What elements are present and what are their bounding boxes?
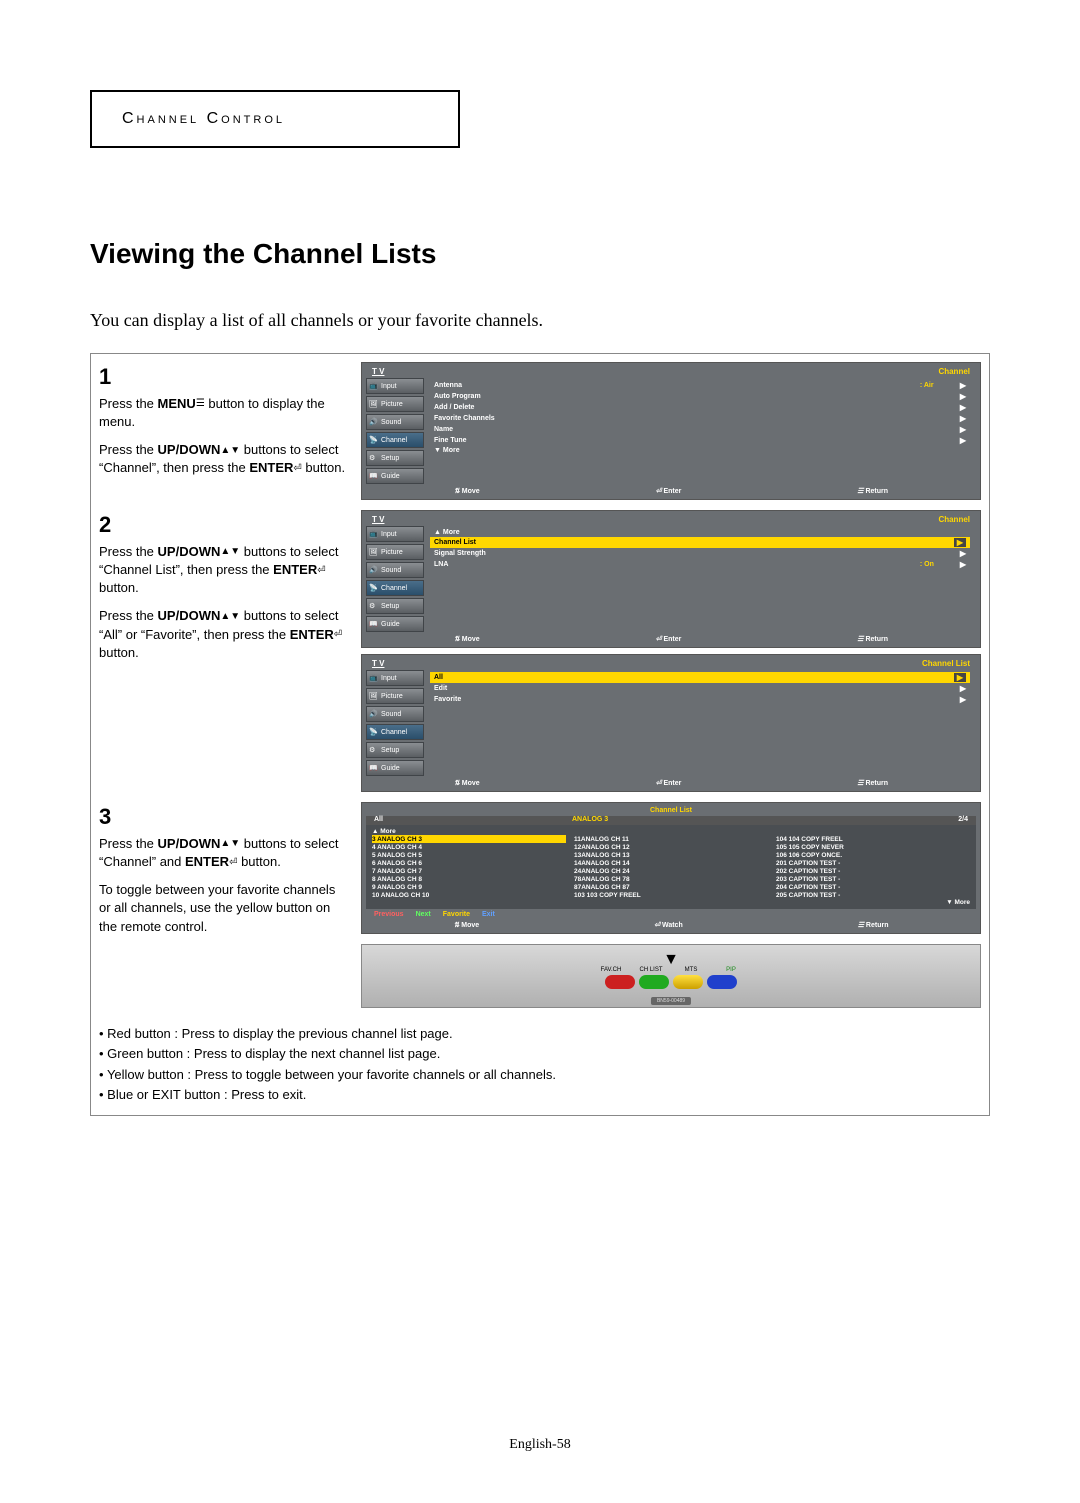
enter-icon: ⏎ [317,564,325,578]
updown-icon: ▲▼ [220,444,240,458]
row-edit: Edit▶ [430,683,970,694]
bullet-notes: Red button : Press to display the previo… [99,1026,981,1103]
tv-menu-channel: T VChannel 📺Input 🖼Picture 🔊Sound 📡Chann… [361,362,981,500]
steps-container: 1 Press the MENU ☰ button to display the… [90,353,990,1116]
step-3-p1: Press the UP/DOWN ▲▼ buttons to select “… [99,835,349,871]
channel-list-title: Channel List [366,807,976,816]
row-all: All▶ [430,672,970,683]
tv-footer: Move Enter Return [366,484,976,495]
tv-menu-channel-more: T VChannel 📺Input 🖼Picture 🔊Sound 📡Chann… [361,510,981,648]
remote-yellow-button [673,975,703,989]
channel-list-screen: Channel List All ANALOG 3 2/4 ▲ More 3 A… [361,802,981,934]
row-channel-list: Channel List▶ [430,537,970,548]
sidebar-picture: 🖼Picture [366,396,424,412]
row-finetune: Fine Tune▶ [430,435,970,446]
step-1-p2: Press the UP/DOWN ▲▼ buttons to select “… [99,441,349,477]
bullet-green: Green button : Press to display the next… [99,1046,981,1062]
page-number: English-58 [0,1437,1080,1453]
step-2-p2: Press the UP/DOWN ▲▼ buttons to select “… [99,607,349,662]
chapter-title: Channel Control [122,110,285,127]
step-number: 2 [99,510,349,541]
row-favorite: Favorite▶ [430,694,970,705]
menu-icon: ☰ [196,397,205,411]
sidebar-sound: 🔊Sound [366,414,424,430]
remote-green-button [639,975,669,989]
updown-icon: ▲▼ [220,610,240,624]
input-icon: 📺 [369,382,379,390]
sidebar-input: 📺Input [366,378,424,394]
step-1-p1: Press the MENU ☰ button to display the m… [99,395,349,431]
picture-icon: 🖼 [369,400,379,408]
tv-menu-channel-list: T VChannel List 📺Input 🖼Picture 🔊Sound 📡… [361,654,981,792]
step-3-graphics: Channel List All ANALOG 3 2/4 ▲ More 3 A… [361,802,981,1008]
step-2-graphics: T VChannel 📺Input 🖼Picture 🔊Sound 📡Chann… [361,510,981,792]
bullet-yellow: Yellow button : Press to toggle between … [99,1067,981,1083]
sound-icon: 🔊 [369,418,379,426]
row-autoprogram: Auto Program▶ [430,391,970,402]
updown-icon: ▲▼ [220,837,240,851]
step-3: 3 Press the UP/DOWN ▲▼ buttons to select… [99,802,981,1008]
enter-icon [656,487,662,495]
sidebar-guide: 📖Guide [366,468,424,484]
step-3-text: 3 Press the UP/DOWN ▲▼ buttons to select… [99,802,349,1008]
enter-icon: ⏎ [334,628,342,642]
tv-sidebar: 📺Input 🖼Picture 🔊Sound 📡Channel ⚙Setup 📖… [366,378,424,484]
move-icon [454,487,460,495]
step-number: 1 [99,362,349,393]
setup-icon: ⚙ [369,454,379,462]
channel-icon: 📡 [369,436,379,444]
sidebar-setup: ⚙Setup [366,450,424,466]
enter-icon: ⏎ [293,462,301,476]
remote-blue-button [707,975,737,989]
remote-red-button [605,975,635,989]
updown-icon: ▲▼ [220,545,240,559]
sidebar-channel: 📡Channel [366,432,424,448]
bullet-red: Red button : Press to display the previo… [99,1026,981,1042]
step-3-p2: To toggle between your favorite channels… [99,881,349,936]
remote-model: BN59-00489 [651,997,691,1005]
step-2-p1: Press the UP/DOWN ▲▼ buttons to select “… [99,543,349,598]
return-icon [857,487,863,495]
step-2-text: 2 Press the UP/DOWN ▲▼ buttons to select… [99,510,349,792]
page-title: Viewing the Channel Lists [90,238,990,270]
intro-text: You can display a list of all channels o… [90,310,990,331]
step-1-graphics: T VChannel 📺Input 🖼Picture 🔊Sound 📡Chann… [361,362,981,500]
chapter-box: Channel Control [90,90,460,148]
row-favorite: Favorite Channels▶ [430,413,970,424]
row-name: Name▶ [430,424,970,435]
row-antenna: Antenna: Air▶ [430,380,970,391]
step-number: 3 [99,802,349,833]
row-more: ▼ More [430,446,970,455]
step-1: 1 Press the MENU ☰ button to display the… [99,362,981,500]
row-adddelete: Add / Delete▶ [430,402,970,413]
guide-icon: 📖 [369,472,379,480]
channel-grid: 3 ANALOG CH 311ANALOG CH 11104 104 COPY … [372,835,970,899]
remote-illustration: ▼ FAV.CH CH LIST MTS PIP BN59-00489 [361,944,981,1008]
step-2: 2 Press the UP/DOWN ▲▼ buttons to select… [99,510,981,792]
bullet-blue: Blue or EXIT button : Press to exit. [99,1087,981,1103]
step-1-text: 1 Press the MENU ☰ button to display the… [99,362,349,500]
tv-menu-content: Antenna: Air▶ Auto Program▶ Add / Delete… [424,378,976,484]
